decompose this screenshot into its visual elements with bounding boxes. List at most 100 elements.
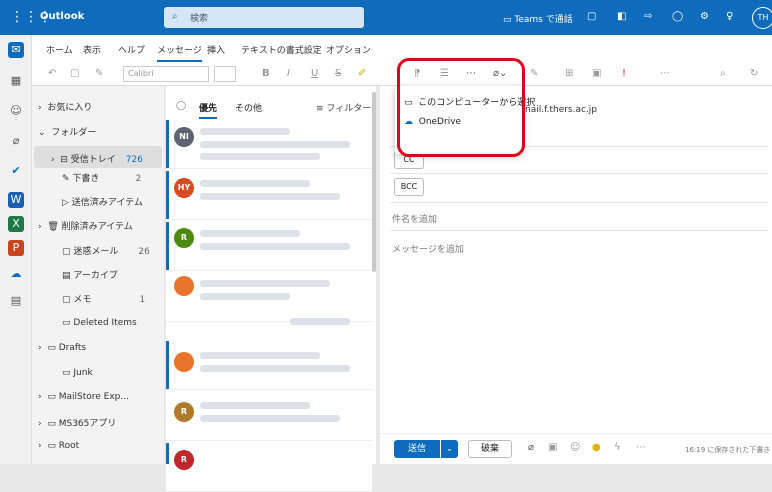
folder-label: 送信済みアイテム [71,198,143,208]
lightning-icon[interactable]: ϟ [614,442,621,453]
more-icon[interactable]: ⋯ [660,68,670,79]
undo-icon[interactable]: ↶ [48,68,56,79]
clipboard-icon[interactable]: ▢ [70,68,79,79]
blurred-text [200,141,350,148]
filter-icon: ≡ [316,104,324,114]
folder-junk[interactable]: ▭ Junk [62,368,93,378]
blurred-text [200,280,330,287]
share-icon[interactable]: ⇨ [644,11,652,22]
blurred-text [200,193,340,200]
tab-other[interactable]: その他 [235,101,262,114]
avatar: R [174,450,194,470]
search-icon: ⌕ [172,11,178,22]
folder-ms365[interactable]: › ▭ MS365アプリ [38,416,116,429]
office-icon[interactable]: ◧ [617,11,626,22]
avatar: R [174,402,194,422]
more-apps-icon[interactable]: ▤ [8,293,24,309]
blurred-text [200,180,310,187]
favorites-header[interactable]: › お気に入り [38,100,92,113]
tab-help[interactable]: ヘルプ [118,43,145,56]
bell-icon[interactable]: ◯ [672,11,683,22]
zoom-icon[interactable]: ⌕ [720,68,726,79]
folder-label: アーカイブ [73,271,118,281]
list-item[interactable] [166,442,372,492]
folder-label: 下書き [72,174,100,184]
folder-drafts-jp[interactable]: ✎ 下書き 2 [62,171,141,184]
strike-icon[interactable]: S [335,68,341,79]
mail-icon[interactable]: ✉ [8,42,24,58]
calendar-icon[interactable]: ▦ [8,73,24,89]
folder-archive[interactable]: ▤ アーカイブ [62,268,118,281]
select-all-icon[interactable]: ◯ [176,101,186,111]
emoji-icon[interactable]: ☺ [570,442,580,453]
discard-button[interactable]: 破棄 [468,440,512,458]
signature-icon[interactable]: ✎ [530,68,538,79]
folder-mailstore[interactable]: › ▭ MailStore Exp... [38,392,129,402]
list-scrollbar[interactable] [372,92,376,272]
unread-indicator [166,222,169,270]
attach-rail-icon[interactable]: ⌀ [8,133,24,149]
tab-view[interactable]: 表示 [83,43,101,56]
tab-insert[interactable]: 挿入 [207,43,225,56]
powerpoint-icon[interactable]: P [8,240,24,256]
tab-options[interactable]: オプション [326,43,371,56]
font-size-select[interactable] [214,66,236,82]
bcc-button[interactable]: BCC [394,178,424,196]
divider [390,202,768,203]
folder-label: 受信トレイ [70,155,116,165]
image-icon[interactable]: ▣ [548,442,557,453]
body-input[interactable]: メッセージを追加 [392,242,464,255]
attach-icon[interactable]: ⌀ [528,442,534,453]
filter-label: フィルター [326,104,372,114]
folder-count: 2 [135,174,142,184]
todo-icon[interactable]: ✔ [8,163,24,179]
excel-icon[interactable]: X [8,216,24,232]
sticker-icon[interactable]: ● [592,442,601,453]
more-actions-icon[interactable]: ⋯ [636,442,646,453]
folder-junk-jp[interactable]: ▢ 迷惑メール 26 [62,244,150,257]
folder-inbox[interactable]: › ⊟ 受信トレイ 726 [34,146,162,168]
teams-call-button[interactable]: ▭ Teams で通話 [503,12,573,25]
onedrive-rail-icon[interactable]: ☁ [8,266,24,282]
folder-deleted-items[interactable]: ▭ Deleted Items [62,318,137,328]
priority-icon[interactable]: ! [622,68,626,79]
folders-header[interactable]: ⌄ フォルダー [38,125,96,138]
tab-focused[interactable]: 優先 [199,101,218,119]
format-painter-icon[interactable]: ✎ [95,68,103,79]
font-name-select[interactable]: Calibri [123,66,209,82]
folder-drafts[interactable]: › ▭ Drafts [38,343,86,353]
lightbulb-icon[interactable]: ♀ [726,11,733,22]
trash-icon: 🗑 [47,222,59,232]
blurred-text [200,293,290,300]
tab-message[interactable]: メッセージ [157,43,202,62]
send-options-button[interactable]: ⌄ [441,440,458,458]
filter-button[interactable]: ≡ フィルター [316,101,371,114]
chat-icon[interactable]: ▢ [587,11,596,22]
note-icon: ▢ [62,295,71,305]
folder-notes[interactable]: ▢ メモ 1 [62,292,145,305]
folder-deleted-jp[interactable]: › 🗑 削除済みアイテム [38,219,133,232]
user-avatar[interactable]: TH [752,7,772,29]
people-icon[interactable]: ☺ [8,103,24,119]
picture-icon[interactable]: ▣ [592,68,601,79]
italic-icon[interactable]: I [287,68,290,79]
subject-input[interactable]: 件名を追加 [392,212,437,225]
tab-format-text[interactable]: テキストの書式設定 [241,43,322,56]
folder-sent[interactable]: ▷ 送信済みアイテム [62,195,143,208]
favorites-label: お気に入り [47,103,93,113]
expand-icon[interactable]: ↻ [750,68,758,79]
gear-icon[interactable]: ⚙ [700,11,709,22]
to-recipient[interactable]: nail.f.thers.ac.jp [525,105,597,115]
junk-icon: ▢ [62,247,71,257]
folder-root[interactable]: › ▭ Root [38,441,79,451]
word-icon[interactable]: W [8,192,24,208]
bold-icon[interactable]: B [262,68,270,79]
send-button[interactable]: 送信 [394,440,440,458]
avatar [174,352,194,372]
folder-count: 726 [125,155,143,165]
tab-home[interactable]: ホーム [46,43,73,56]
folder-icon: ▭ [47,441,56,451]
highlight-icon[interactable]: ✐ [358,68,366,79]
underline-icon[interactable]: U [311,68,318,79]
table-icon[interactable]: ⊞ [565,68,573,79]
